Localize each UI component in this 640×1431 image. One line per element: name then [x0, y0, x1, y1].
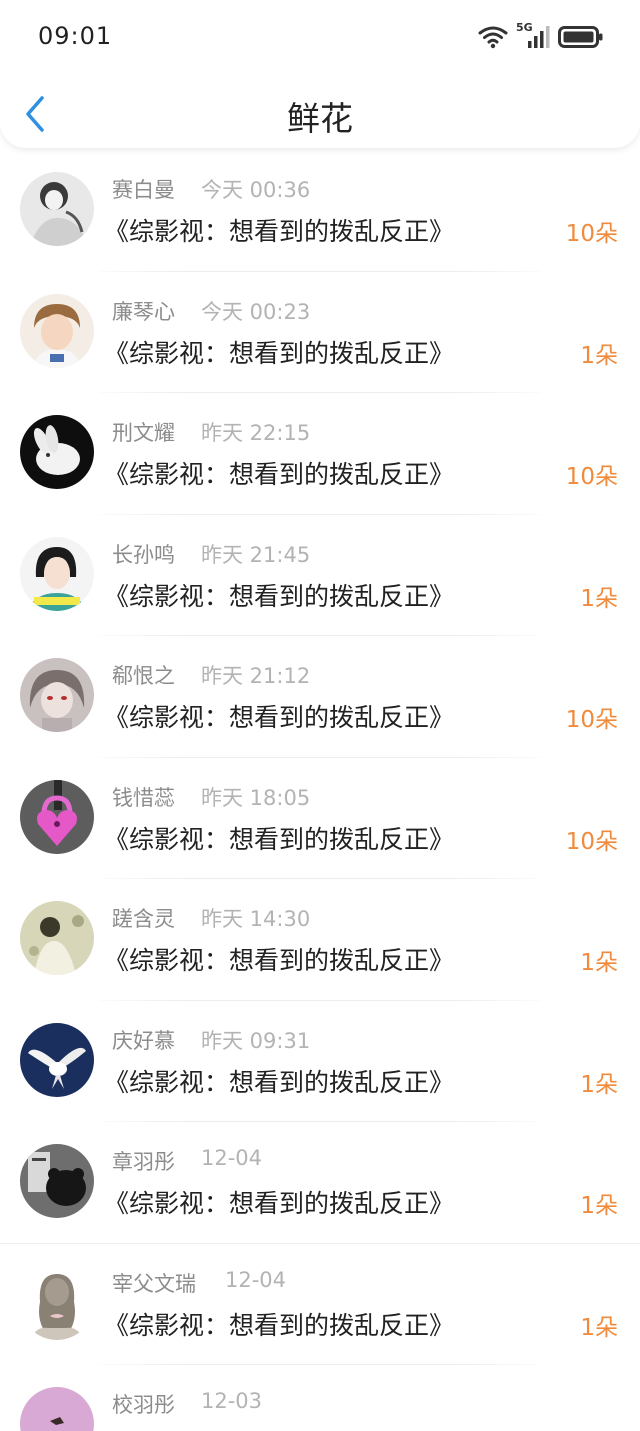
flower-amount: 1朵: [580, 1193, 618, 1219]
book-title[interactable]: 《综影视：想看到的拨乱反正》: [104, 820, 454, 856]
user-avatar[interactable]: [20, 1387, 94, 1431]
flower-amount: 1朵: [580, 1071, 618, 1098]
book-title[interactable]: 《综影视：想看到的拨乱反正》: [104, 1306, 454, 1342]
flower-amount: 10朵: [565, 828, 618, 855]
user-avatar[interactable]: [20, 293, 94, 368]
send-time: 12-04: [201, 1146, 263, 1170]
sender-name: 校羽彤: [112, 1393, 175, 1417]
list-item[interactable]: 赛白曼 今天 00:36 《综影视：想看到的拨乱反正》 10朵: [0, 150, 640, 272]
page-title: 鲜花: [287, 99, 353, 138]
book-title[interactable]: 《综影视：想看到的拨乱反正》: [104, 698, 454, 734]
list-item[interactable]: 庆好慕 昨天 09:31 《综影视：想看到的拨乱反正》 1朵: [0, 1001, 640, 1122]
sender-name: 钱惜蕊: [112, 785, 175, 810]
wifi-icon: [478, 26, 508, 49]
sender-name: 蹉含灵: [112, 907, 175, 931]
sender-name: 刑文耀: [112, 421, 175, 445]
send-time: 今天 00:23: [201, 299, 311, 324]
send-time: 12-03: [201, 1389, 263, 1413]
send-time: 昨天 21:12: [201, 664, 311, 688]
flower-amount: 1朵: [580, 342, 618, 369]
status-bar: 09:01 5G: [0, 0, 640, 76]
book-title[interactable]: 《综影视：想看到的拨乱反正》: [104, 577, 454, 613]
list-item[interactable]: 廉琴心 今天 00:23 《综影视：想看到的拨乱反正》 1朵: [0, 272, 640, 393]
sender-name: 赛白曼: [112, 178, 175, 202]
status-icons: 5G: [478, 21, 604, 52]
send-time: 昨天 22:15: [201, 421, 311, 445]
book-title[interactable]: 《综影视：想看到的拨乱反正》: [104, 941, 454, 977]
flower-amount: 1朵: [580, 585, 618, 612]
app-header: 09:01 5G 鲜花: [0, 0, 640, 148]
sender-name: 廉琴心: [112, 299, 175, 324]
send-time: 昨天 09:31: [201, 1028, 311, 1053]
book-title[interactable]: 《综影视：想看到的拨乱反正》: [104, 455, 454, 491]
list-item[interactable]: 校羽彤 12-03: [0, 1365, 640, 1431]
send-time: 昨天 14:30: [201, 907, 311, 931]
book-title[interactable]: 《综影视：想看到的拨乱反正》: [104, 1063, 454, 1099]
battery-icon: [558, 26, 603, 48]
user-avatar[interactable]: [20, 172, 94, 246]
flower-record-list: 赛白曼 今天 00:36 《综影视：想看到的拨乱反正》 10朵 廉琴心 今天 0…: [0, 150, 640, 1431]
sender-name: 宰父文瑞: [112, 1271, 196, 1296]
list-item[interactable]: 郗恨之 昨天 21:12 《综影视：想看到的拨乱反正》 10朵: [0, 636, 640, 758]
flower-amount: 10朵: [565, 707, 618, 733]
flower-amount: 1朵: [580, 1314, 618, 1341]
user-avatar[interactable]: [20, 658, 94, 732]
list-item[interactable]: 长孙鸣 昨天 21:45 《综影视：想看到的拨乱反正》 1朵: [0, 515, 640, 636]
sender-name: 郗恨之: [112, 664, 175, 688]
book-title[interactable]: 《综影视：想看到的拨乱反正》: [104, 212, 454, 248]
status-time: 09:01: [38, 22, 113, 50]
sender-name: 长孙鸣: [112, 542, 175, 567]
user-avatar[interactable]: [20, 1144, 94, 1218]
user-avatar[interactable]: [20, 779, 94, 854]
send-time: 12-04: [225, 1267, 287, 1292]
user-avatar[interactable]: [20, 536, 94, 611]
list-item[interactable]: 钱惜蕊 昨天 18:05 《综影视：想看到的拨乱反正》 10朵: [0, 758, 640, 879]
list-item[interactable]: 蹉含灵 昨天 14:30 《综影视：想看到的拨乱反正》 1朵: [0, 879, 640, 1001]
send-time: 昨天 21:45: [201, 542, 311, 567]
flower-amount: 1朵: [580, 950, 618, 976]
user-avatar[interactable]: [20, 1265, 94, 1340]
sender-name: 庆好慕: [112, 1028, 175, 1053]
signal-icon: 5G: [516, 21, 550, 50]
book-title[interactable]: 《综影视：想看到的拨乱反正》: [104, 334, 454, 370]
flower-amount: 10朵: [565, 221, 618, 247]
list-item[interactable]: 宰父文瑞 12-04 《综影视：想看到的拨乱反正》 1朵: [0, 1244, 640, 1365]
send-time: 昨天 18:05: [201, 785, 311, 810]
user-avatar[interactable]: [20, 1022, 94, 1097]
flower-amount: 10朵: [565, 464, 618, 490]
book-title[interactable]: 《综影视：想看到的拨乱反正》: [104, 1184, 454, 1220]
user-avatar[interactable]: [20, 901, 94, 975]
sender-name: 章羽彤: [112, 1150, 175, 1174]
list-item[interactable]: 刑文耀 昨天 22:15 《综影视：想看到的拨乱反正》 10朵: [0, 393, 640, 515]
user-avatar[interactable]: [20, 415, 94, 489]
send-time: 今天 00:36: [201, 178, 311, 202]
list-item[interactable]: 章羽彤 12-04 《综影视：想看到的拨乱反正》 1朵: [0, 1122, 640, 1244]
